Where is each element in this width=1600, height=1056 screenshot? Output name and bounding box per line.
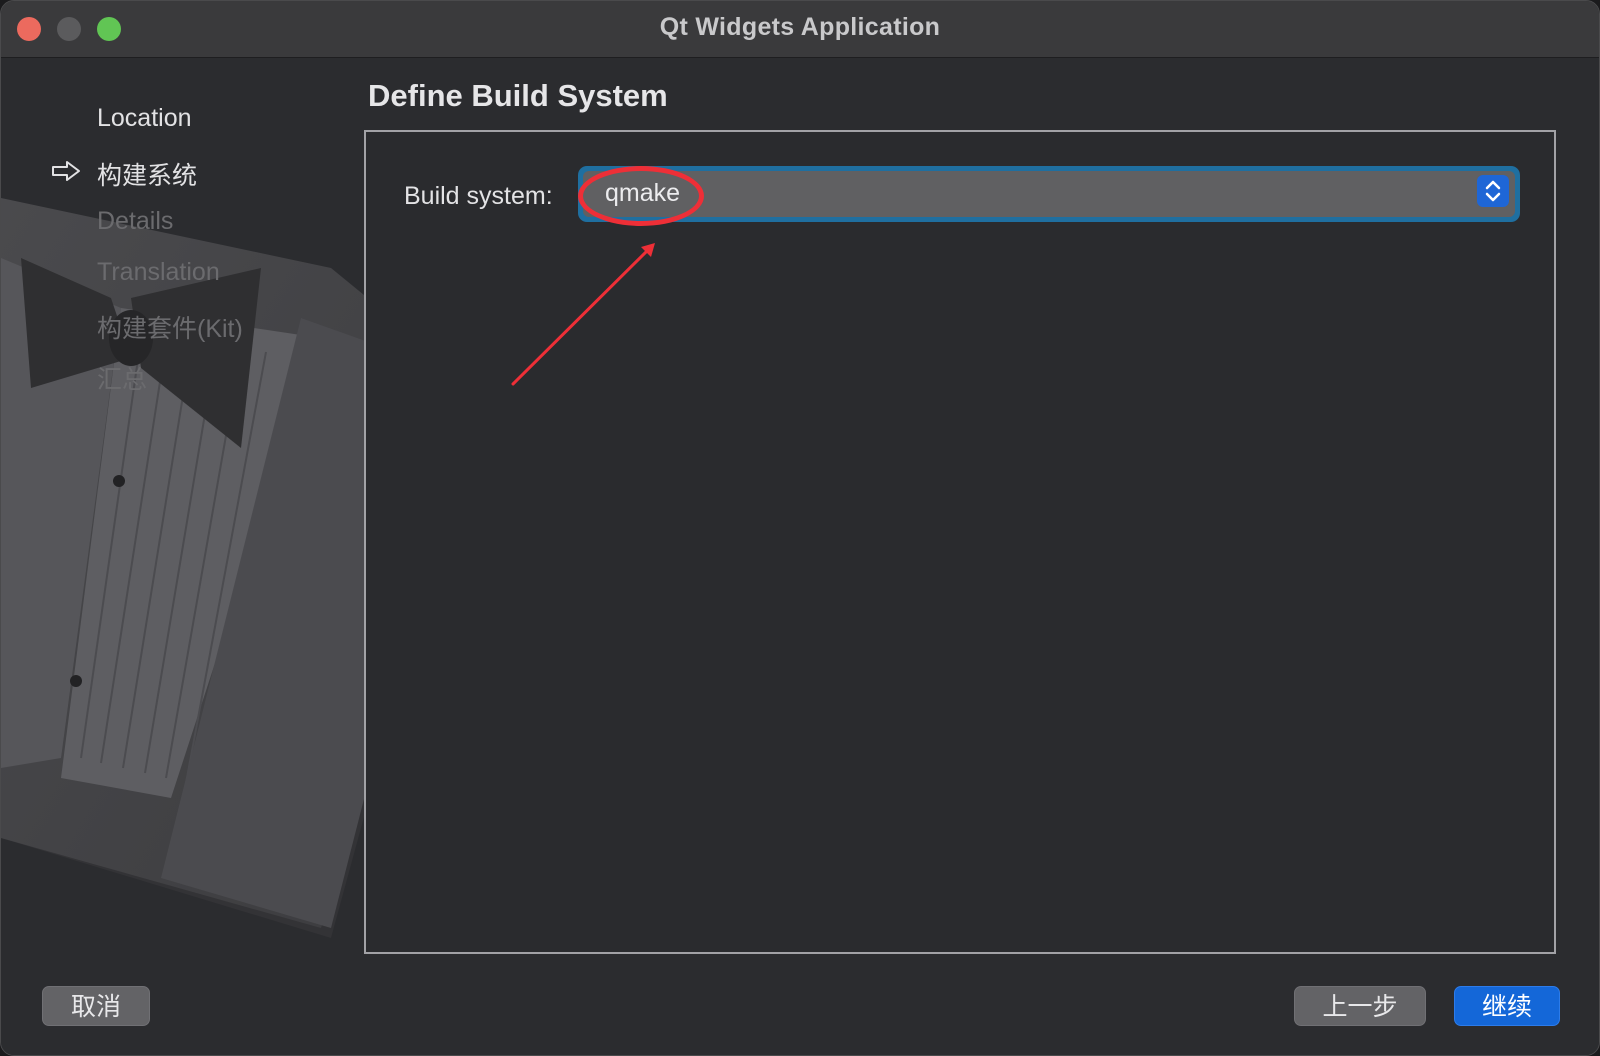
build-system-select-box[interactable]: qmake bbox=[583, 171, 1515, 217]
page-title: Define Build System bbox=[368, 78, 668, 113]
window-title: Qt Widgets Application bbox=[659, 13, 941, 41]
step-summary: 汇总 bbox=[97, 366, 148, 394]
back-button[interactable]: 上一步 bbox=[1294, 986, 1426, 1026]
step-translation: Translation bbox=[97, 258, 220, 286]
build-system-select[interactable]: qmake bbox=[578, 166, 1520, 222]
right-arrow-outline-icon bbox=[52, 161, 80, 181]
build-system-label: Build system: bbox=[404, 182, 553, 210]
wizard-window: Qt Widgets Application Location 构建系统 Det… bbox=[0, 0, 1600, 1056]
build-system-value: qmake bbox=[605, 179, 681, 207]
step-kits: 构建套件(Kit) bbox=[97, 315, 243, 343]
updown-chevron-icon[interactable] bbox=[1477, 175, 1509, 207]
build-system-panel: Build system: qmake bbox=[364, 130, 1556, 954]
next-button[interactable]: 继续 bbox=[1454, 986, 1560, 1026]
wizard-content: Location 构建系统 Details Translation 构建套件(K… bbox=[1, 58, 1599, 1055]
step-location: Location bbox=[97, 104, 192, 132]
step-details: Details bbox=[97, 207, 174, 235]
title-bar[interactable]: Qt Widgets Application bbox=[1, 1, 1599, 58]
cancel-button[interactable]: 取消 bbox=[42, 986, 150, 1026]
wizard-steps-sidebar: Location 构建系统 Details Translation 构建套件(K… bbox=[1, 58, 351, 518]
step-build-system: 构建系统 bbox=[97, 162, 198, 190]
